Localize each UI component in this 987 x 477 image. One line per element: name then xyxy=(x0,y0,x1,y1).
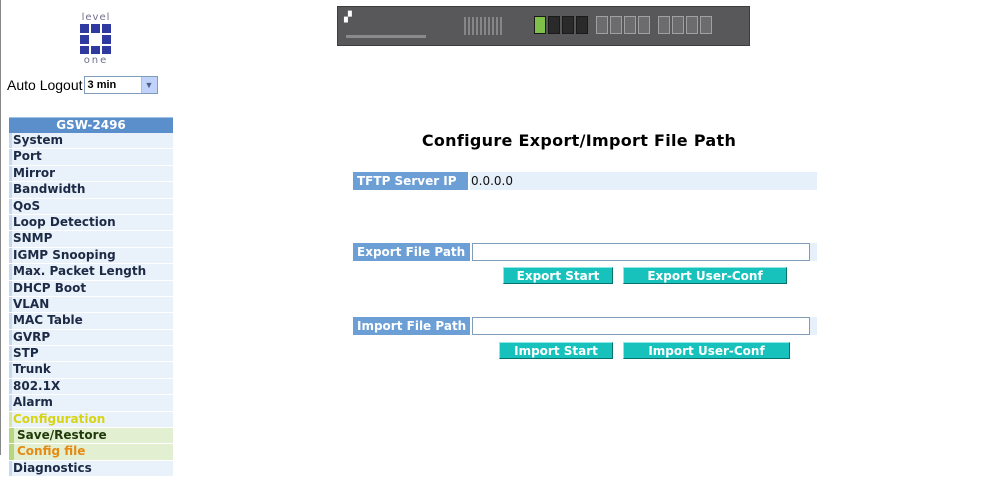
auto-logout-value: 3 min xyxy=(87,79,117,91)
chevron-down-icon[interactable]: ▼ xyxy=(140,77,157,93)
menu-item-system[interactable]: System xyxy=(9,133,173,150)
export-user-conf-button[interactable]: Export User-Conf xyxy=(623,267,787,284)
menu-item-dhcp-boot[interactable]: DHCP Boot xyxy=(9,280,173,297)
logo-bottom-text: one xyxy=(83,55,109,66)
logo-top-text: level xyxy=(81,12,111,23)
auto-logout-select[interactable]: 3 min ▼ xyxy=(83,76,158,94)
import-path-label: Import File Path xyxy=(353,317,472,335)
menu-item-alarm[interactable]: Alarm xyxy=(9,395,173,412)
nav-menu: GSW-2496 System Port Mirror Bandwidth Qo… xyxy=(9,117,173,477)
menu-item-gvrp[interactable]: GVRP xyxy=(9,329,173,347)
menu-item-max-packet-length[interactable]: Max. Packet Length xyxy=(9,264,173,281)
port-group-2 xyxy=(596,16,650,36)
menu-item-diagnostics[interactable]: Diagnostics xyxy=(9,460,173,477)
menu-header: GSW-2496 xyxy=(9,117,173,133)
menu-subitem-save-restore[interactable]: Save/Restore xyxy=(9,428,173,445)
export-path-row: Export File Path xyxy=(353,243,817,261)
export-path-input[interactable] xyxy=(472,243,810,261)
menu-subitem-config-file[interactable]: Config file xyxy=(9,444,173,461)
menu-item-mac-table[interactable]: MAC Table xyxy=(9,313,173,330)
menu-item-8021x[interactable]: 802.1X xyxy=(9,378,173,396)
menu-item-port[interactable]: Port xyxy=(9,149,173,166)
switch-led-panel xyxy=(464,17,504,35)
menu-item-qos[interactable]: QoS xyxy=(9,198,173,215)
import-start-button[interactable]: Import Start xyxy=(499,342,613,359)
left-sidebar: level one Auto Logout 3 min ▼ GSW-2496 S… xyxy=(0,0,191,477)
auto-logout: Auto Logout 3 min ▼ xyxy=(7,76,158,94)
switch-front-panel-image: ▞ xyxy=(337,6,750,46)
levelone-logo: level one xyxy=(64,12,128,72)
menu-item-loop-detection[interactable]: Loop Detection xyxy=(9,214,173,232)
export-path-label: Export File Path xyxy=(353,243,472,261)
menu-item-snmp[interactable]: SNMP xyxy=(9,231,173,248)
menu-item-bandwidth[interactable]: Bandwidth xyxy=(9,182,173,199)
menu-item-stp[interactable]: STP xyxy=(9,346,173,363)
menu-item-vlan[interactable]: VLAN xyxy=(9,296,173,314)
export-start-button[interactable]: Export Start xyxy=(503,267,613,284)
logo-grid-icon xyxy=(80,24,112,54)
menu-item-igmp-snooping[interactable]: IGMP Snooping xyxy=(9,247,173,265)
switch-brand-icon: ▞ xyxy=(344,12,352,23)
import-path-input[interactable] xyxy=(472,317,810,335)
port-group-3 xyxy=(658,16,712,36)
menu-item-mirror[interactable]: Mirror xyxy=(9,165,173,183)
tftp-server-row: TFTP Server IP 0.0.0.0 xyxy=(353,172,817,190)
page-title: Configure Export/Import File Path xyxy=(421,131,737,150)
auto-logout-label: Auto Logout xyxy=(7,77,83,93)
port-group-1 xyxy=(534,16,588,36)
import-user-conf-button[interactable]: Import User-Conf xyxy=(623,342,790,359)
menu-item-configuration[interactable]: Configuration xyxy=(9,411,173,429)
tftp-server-value: 0.0.0.0 xyxy=(471,174,513,188)
switch-model-strip xyxy=(346,35,426,38)
import-path-row: Import File Path xyxy=(353,317,817,335)
tftp-server-label: TFTP Server IP xyxy=(353,172,470,190)
menu-item-trunk[interactable]: Trunk xyxy=(9,362,173,379)
